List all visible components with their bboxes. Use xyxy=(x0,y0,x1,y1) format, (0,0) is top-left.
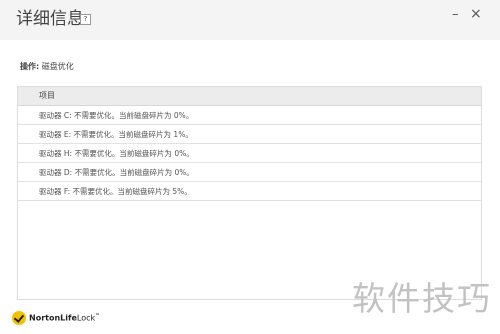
help-icon[interactable]: ? xyxy=(80,14,91,25)
table-row: 驱动器 F: 不需要优化。当前磁盘碎片为 5%。 xyxy=(18,182,481,201)
details-table: 项目 驱动器 C: 不需要优化。当前磁盘碎片为 0%。 驱动器 E: 不需要优化… xyxy=(17,86,482,300)
operation-label: 操作: xyxy=(20,62,40,71)
logo-text: NortonLifeLock™ xyxy=(29,313,100,323)
table-row: 驱动器 C: 不需要优化。当前磁盘碎片为 0%。 xyxy=(18,106,481,125)
minimize-button[interactable]: – xyxy=(452,8,459,22)
table-header: 项目 xyxy=(18,87,481,106)
table-row: 驱动器 E: 不需要优化。当前磁盘碎片为 1%。 xyxy=(18,125,481,144)
close-button[interactable]: × xyxy=(470,7,482,21)
logo-suffix: Lock xyxy=(76,313,96,323)
window-header: 详细信息 ? – × xyxy=(0,0,500,40)
logo-trademark: ™ xyxy=(95,313,101,320)
operation-line: 操作: 磁盘优化 xyxy=(20,61,74,72)
operation-value: 磁盘优化 xyxy=(41,62,74,71)
logo-name: NortonLife xyxy=(29,313,77,323)
table-row: 驱动器 D: 不需要优化。当前磁盘碎片为 0%。 xyxy=(18,163,481,182)
norton-logo: NortonLifeLock™ xyxy=(12,311,100,325)
window-title: 详细信息 xyxy=(16,9,84,29)
checkmark-badge-icon xyxy=(12,311,26,325)
table-row: 驱动器 H: 不需要优化。当前磁盘碎片为 0%。 xyxy=(18,144,481,163)
watermark-text: 软件技巧 xyxy=(352,279,492,318)
